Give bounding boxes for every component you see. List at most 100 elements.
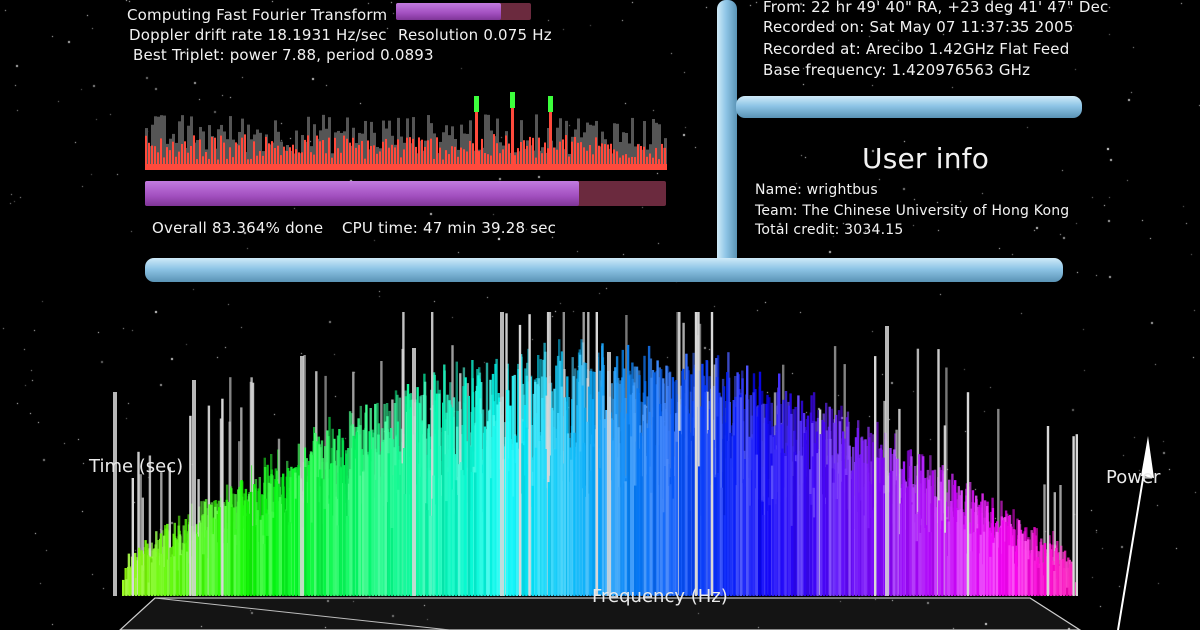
spectrum-bar — [598, 468, 602, 596]
spectrum-bar — [790, 525, 794, 596]
spectrum-bar — [202, 554, 205, 596]
spectrum-bar — [1072, 436, 1075, 596]
spectrum-bar — [1059, 559, 1062, 596]
spectrum-bar — [621, 377, 624, 596]
spectrum-bar — [253, 484, 256, 596]
spectrum-bar — [627, 424, 630, 596]
spectrum-bar — [902, 461, 906, 596]
spectrum-bar — [432, 475, 435, 596]
spectrum-bar — [867, 528, 870, 596]
spectrum-bar — [989, 556, 992, 596]
spectrum-bar — [147, 582, 150, 596]
spectrum-bar — [512, 496, 515, 596]
spectrum-bar — [579, 451, 582, 596]
spectrum-bar — [307, 465, 310, 596]
spectrum-bar — [1040, 545, 1043, 596]
spectrum-bar — [179, 555, 182, 596]
spectrum-bar — [634, 485, 637, 596]
spectrum-bar — [250, 491, 253, 596]
spectrum-bar — [717, 473, 720, 596]
spectrum-bar — [422, 394, 426, 596]
spectrum-bar — [128, 567, 131, 596]
spectrum-bar — [285, 510, 288, 596]
spectrum-bar — [154, 556, 157, 596]
spectrum-bar — [134, 577, 138, 596]
spectrum-bar — [858, 492, 861, 596]
spectrum-bar — [416, 387, 419, 596]
spectrum-bar — [352, 435, 355, 596]
spectrum-bar — [509, 405, 512, 596]
spectrum-bar — [378, 454, 381, 596]
spectrum-bar — [922, 456, 925, 596]
spectrum-bar — [122, 579, 125, 596]
spectrum-bar — [368, 431, 371, 596]
spectrum-bar — [349, 469, 352, 596]
spectrum-bar — [1030, 550, 1034, 596]
spectrum-bar — [765, 403, 768, 596]
spectrum-bar — [666, 459, 669, 596]
spectrum-bar — [320, 478, 323, 596]
spectrum-bar — [758, 371, 762, 596]
spectrum-bar — [160, 553, 163, 596]
spectrum-bar — [899, 503, 902, 596]
spectrum-bar — [259, 519, 262, 596]
spectrum-bar — [256, 510, 259, 596]
spectrum-bar — [650, 492, 653, 596]
spectrum-bar — [851, 470, 854, 596]
spectrum-bar — [726, 441, 730, 596]
spectrum-bar — [138, 547, 141, 596]
spectrum-bar — [774, 504, 778, 596]
spectrum-bar — [870, 510, 874, 596]
spectrum-bar — [762, 514, 765, 596]
spectrum-bar — [246, 501, 250, 596]
spectrum-bar — [304, 467, 307, 596]
spectrum-bar — [982, 531, 986, 596]
spectrum-bar — [874, 356, 877, 596]
spectrum-bar — [282, 473, 285, 596]
spectrum-bar — [538, 441, 541, 596]
spectrum-bar — [819, 434, 822, 596]
spectrum-bar — [419, 476, 422, 596]
spectrum-bar — [227, 501, 230, 596]
spectrum-bar — [269, 483, 272, 596]
spectrum-bar — [704, 392, 707, 596]
spectrum-bar — [685, 353, 688, 596]
spectrum-bar — [221, 398, 224, 596]
spectrum-bar — [317, 502, 320, 596]
spectrum-bar — [730, 458, 733, 596]
spectrum-bar — [662, 512, 666, 596]
spectrum-bar — [1046, 426, 1050, 596]
spectrum-bar — [323, 508, 326, 596]
spectrum-bar — [166, 559, 170, 596]
spectrum-bar — [186, 551, 189, 596]
spectrum-bar — [826, 464, 829, 596]
spectrum-bar — [768, 505, 771, 596]
spectrum-bar — [582, 442, 586, 596]
spectrum-bar — [493, 426, 496, 596]
spectrum-bar — [896, 458, 899, 596]
spectrum-bar — [890, 470, 893, 596]
spectrum-bar — [733, 435, 736, 596]
spectrum-bar — [739, 397, 742, 596]
spectrum-bar — [864, 439, 867, 596]
spectrum-bar — [723, 515, 726, 596]
spectrum-bar — [355, 431, 358, 596]
spectrum-bar — [640, 476, 643, 596]
power-spectrum-3d — [113, 312, 1154, 630]
spectrum-spike — [412, 348, 416, 596]
spectrum-bar — [986, 506, 989, 596]
spectrum-bar — [746, 365, 749, 596]
spectrum-bar — [995, 531, 998, 596]
spectrum-bar — [835, 499, 838, 596]
spectrum-bar — [438, 445, 442, 596]
spectrum-bar — [240, 480, 243, 596]
spectrum-bar — [781, 448, 784, 596]
spectrum-bar — [787, 405, 790, 596]
time-axis-label: Time (sec) — [89, 456, 184, 477]
spectrum-bar — [1024, 541, 1027, 596]
spectrum-bar — [362, 471, 365, 596]
spectrum-bar — [954, 480, 957, 596]
spectrum-bar — [1008, 545, 1011, 596]
spectrum-bar — [1066, 587, 1069, 596]
spectrum-bar — [346, 516, 349, 596]
